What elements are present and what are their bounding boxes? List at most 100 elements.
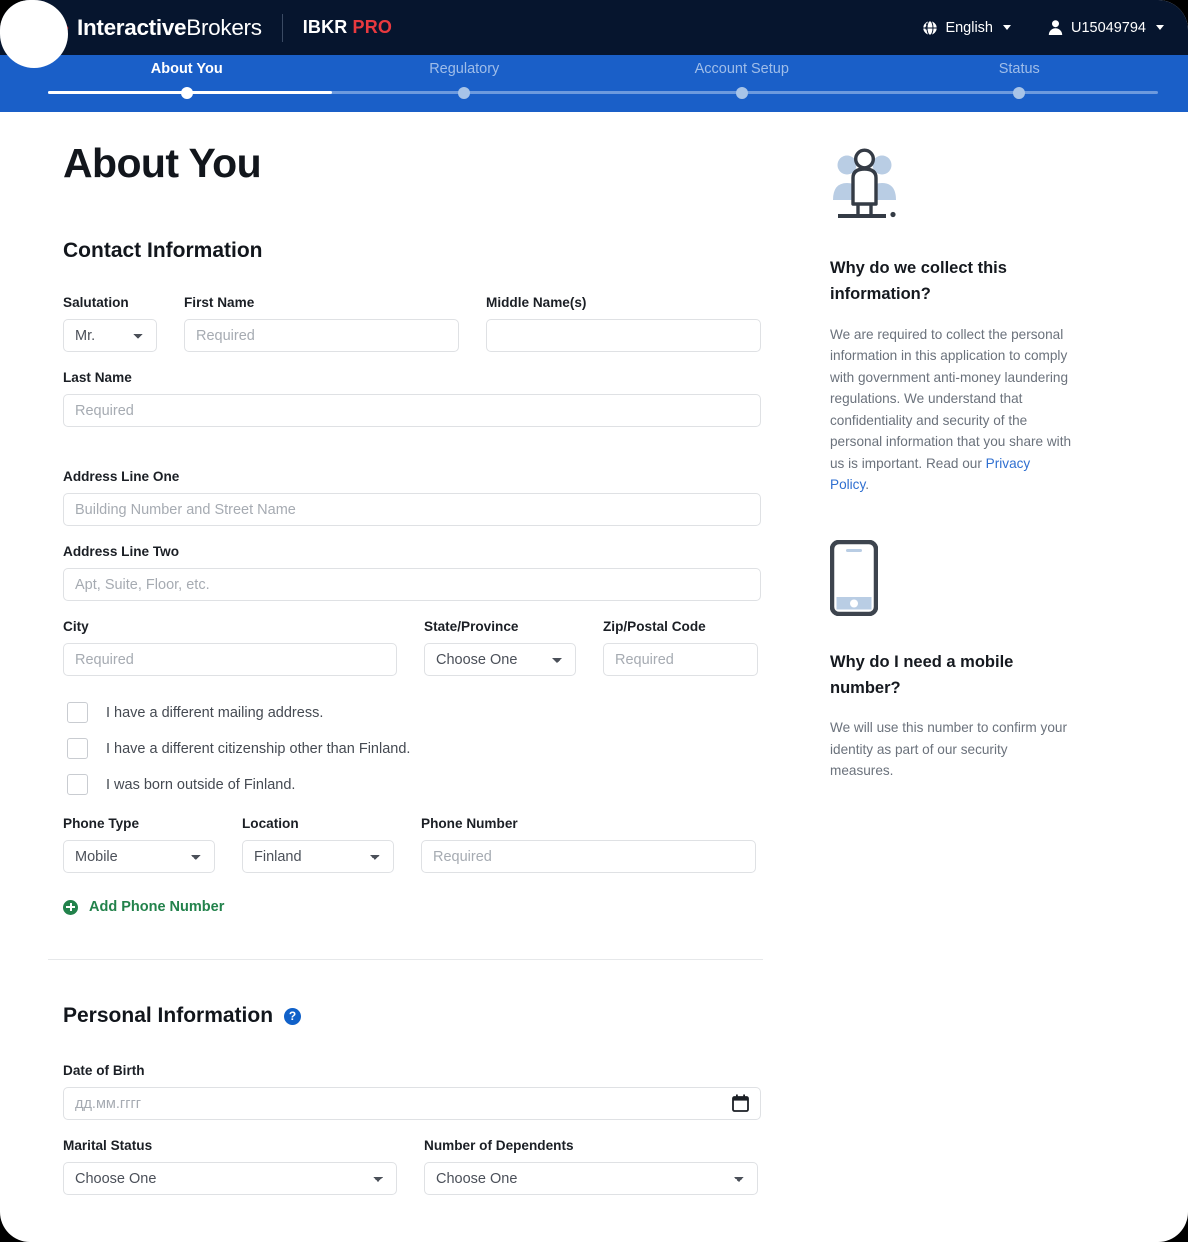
ibkr-logo[interactable]: InteractiveBrokers — [48, 14, 262, 42]
globe-icon — [922, 20, 938, 36]
dependents-group: Number of Dependents Choose One — [424, 1138, 758, 1195]
mailing-address-checkbox[interactable] — [67, 702, 88, 723]
zip-label: Zip/Postal Code — [603, 619, 758, 634]
personal-information-label: Personal Information — [63, 1004, 273, 1028]
step-regulatory[interactable]: Regulatory — [326, 61, 604, 77]
logo-divider — [282, 14, 283, 42]
mailing-address-checkbox-row[interactable]: I have a different mailing address. — [63, 702, 830, 723]
city-state-zip-row: City State/Province Choose One Zip/Posta… — [63, 619, 830, 676]
section-divider — [48, 959, 763, 960]
step-dot-account-setup[interactable] — [736, 87, 748, 99]
marital-dependents-row: Marital Status Choose One Number of Depe… — [63, 1138, 830, 1195]
product-badge-pro: PRO — [353, 17, 393, 37]
address-one-input[interactable] — [63, 493, 761, 526]
contact-information-heading: Contact Information — [63, 239, 830, 263]
salutation-group: Salutation Mr. — [63, 295, 157, 352]
salutation-select[interactable]: Mr. — [63, 319, 157, 352]
step-account-setup[interactable]: Account Setup — [603, 61, 881, 77]
marital-status-group: Marital Status Choose One — [63, 1138, 397, 1195]
account-id-label: U15049794 — [1071, 20, 1146, 36]
phone-type-group: Phone Type Mobile — [63, 816, 215, 873]
city-input[interactable] — [63, 643, 397, 676]
progress-stepper: About You Regulatory Account Setup Statu… — [0, 55, 1188, 112]
ibkr-flame-icon — [48, 14, 70, 42]
citizenship-label[interactable]: I have a different citizenship other tha… — [106, 741, 410, 757]
logo-word-interactive: Interactive — [77, 15, 186, 40]
add-phone-number-button[interactable]: Add Phone Number — [63, 899, 224, 915]
step-dot-regulatory[interactable] — [458, 87, 470, 99]
step-dot-about-you[interactable] — [181, 87, 193, 99]
first-name-group: First Name — [184, 295, 459, 352]
mailing-address-label[interactable]: I have a different mailing address. — [106, 705, 323, 721]
birth-country-label[interactable]: I was born outside of Finland. — [106, 777, 295, 793]
birth-country-checkbox[interactable] — [67, 774, 88, 795]
language-selector[interactable]: English — [922, 20, 1011, 36]
address-one-row: Address Line One — [63, 469, 830, 526]
collect-info-heading: Why do we collect this information? — [830, 255, 1070, 308]
address-one-label: Address Line One — [63, 469, 761, 484]
dob-input-wrapper — [63, 1087, 761, 1120]
page-title: About You — [63, 140, 830, 187]
user-icon — [1047, 19, 1064, 36]
marital-status-select[interactable]: Choose One — [63, 1162, 397, 1195]
personal-information-heading: Personal Information ? — [63, 1004, 830, 1028]
step-about-you[interactable]: About You — [48, 61, 326, 77]
application-card: InteractiveBrokers IBKRPRO English — [0, 0, 1188, 1242]
dob-row: Date of Birth — [63, 1063, 830, 1120]
dependents-select[interactable]: Choose One — [424, 1162, 758, 1195]
citizenship-checkbox-row[interactable]: I have a different citizenship other tha… — [63, 738, 830, 759]
add-phone-number-label: Add Phone Number — [89, 899, 224, 915]
people-group-icon-wrapper — [830, 148, 1100, 227]
address-two-input[interactable] — [63, 568, 761, 601]
top-navigation-bar: InteractiveBrokers IBKRPRO English — [0, 0, 1188, 55]
last-name-label: Last Name — [63, 370, 761, 385]
phone-location-select[interactable]: Finland — [242, 840, 394, 873]
form-column: About You Contact Information Salutation… — [0, 112, 830, 1213]
city-label: City — [63, 619, 397, 634]
mobile-number-body: We will use this number to confirm your … — [830, 717, 1073, 781]
phone-location-label: Location — [242, 816, 394, 831]
step-status[interactable]: Status — [881, 61, 1159, 77]
account-menu[interactable]: U15049794 — [1047, 19, 1164, 36]
zip-input[interactable] — [603, 643, 758, 676]
last-name-group: Last Name — [63, 370, 761, 427]
collect-info-text: We are required to collect the personal … — [830, 327, 1071, 471]
birth-country-checkbox-row[interactable]: I was born outside of Finland. — [63, 774, 830, 795]
marital-status-label: Marital Status — [63, 1138, 397, 1153]
progress-track — [48, 91, 1158, 94]
phone-number-input[interactable] — [421, 840, 756, 873]
last-name-input[interactable] — [63, 394, 761, 427]
first-name-input[interactable] — [184, 319, 459, 352]
salutation-label: Salutation — [63, 295, 157, 310]
chevron-down-icon — [1156, 25, 1164, 30]
address-two-row: Address Line Two — [63, 544, 830, 601]
name-row: Salutation Mr. First Name Middle Name(s) — [63, 295, 830, 352]
phone-row: Phone Type Mobile Location Finland Phone… — [63, 816, 830, 873]
state-label: State/Province — [424, 619, 576, 634]
question-mark-icon[interactable]: ? — [284, 1008, 301, 1025]
state-select[interactable]: Choose One — [424, 643, 576, 676]
collect-info-block: Why do we collect this information? We a… — [830, 148, 1100, 496]
phone-location-group: Location Finland — [242, 816, 394, 873]
page-content: About You Contact Information Salutation… — [0, 112, 1188, 1213]
contact-information-label: Contact Information — [63, 239, 263, 263]
first-name-label: First Name — [184, 295, 459, 310]
phone-type-select[interactable]: Mobile — [63, 840, 215, 873]
step-dot-status[interactable] — [1013, 87, 1025, 99]
dependents-label: Number of Dependents — [424, 1138, 758, 1153]
citizenship-checkbox[interactable] — [67, 738, 88, 759]
info-sidebar: Why do we collect this information? We a… — [830, 112, 1130, 826]
logo-word-brokers: Brokers — [186, 15, 261, 40]
dob-input[interactable] — [63, 1087, 761, 1120]
language-label: English — [945, 20, 993, 36]
calendar-icon[interactable] — [732, 1094, 749, 1112]
city-group: City — [63, 619, 397, 676]
phone-number-group: Phone Number — [421, 816, 756, 873]
middle-name-group: Middle Name(s) — [486, 295, 761, 352]
topbar-actions: English U15049794 — [922, 19, 1164, 36]
middle-name-input[interactable] — [486, 319, 761, 352]
phone-number-label: Phone Number — [421, 816, 756, 831]
people-group-icon — [830, 148, 900, 222]
zip-group: Zip/Postal Code — [603, 619, 758, 676]
product-badge: IBKRPRO — [303, 17, 392, 38]
